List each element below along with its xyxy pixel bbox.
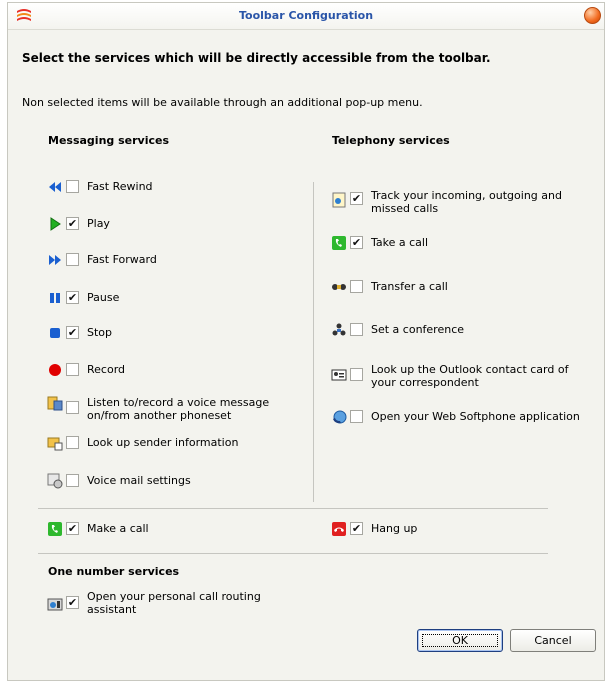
- stop-label: Stop: [87, 326, 113, 339]
- transfer-call-label: Transfer a call: [371, 280, 448, 293]
- window-title: Toolbar Configuration: [238, 9, 374, 22]
- toolbar-configuration-dialog: Toolbar Configuration Select the service…: [7, 2, 605, 681]
- option-hang-up[interactable]: ✔ Hang up: [331, 520, 581, 538]
- cancel-button[interactable]: Cancel: [510, 629, 596, 652]
- web-softphone-icon: [333, 410, 347, 424]
- option-play[interactable]: ✔ Play: [47, 215, 297, 233]
- option-track-calls[interactable]: ✔ Track your incoming, outgoing and miss…: [331, 187, 596, 217]
- conference-icon: [332, 323, 346, 336]
- take-call-checkbox[interactable]: ✔: [350, 236, 363, 249]
- call-routing-icon: [47, 598, 63, 611]
- take-call-icon: [332, 236, 346, 250]
- sender-info-icon: [47, 437, 63, 451]
- voicemail-settings-checkbox[interactable]: [66, 474, 79, 487]
- divider-calls-top: [38, 508, 548, 509]
- voicemail-settings-icon: [47, 473, 63, 489]
- divider-calls-bottom: [38, 553, 548, 554]
- instruction-text: Select the services which will be direct…: [22, 51, 491, 65]
- voice-message-label: Listen to/record a voice message on/from…: [87, 396, 270, 422]
- option-stop[interactable]: ✔ Stop: [47, 324, 297, 342]
- option-fast-forward[interactable]: Fast Forward: [47, 251, 297, 269]
- conference-label: Set a conference: [371, 323, 465, 336]
- option-record[interactable]: Record: [47, 361, 297, 379]
- one-number-services-heading: One number services: [48, 565, 180, 578]
- option-voice-message[interactable]: Listen to/record a voice message on/from…: [47, 394, 297, 424]
- play-label: Play: [87, 217, 110, 230]
- voice-message-icon: [47, 396, 63, 411]
- fast-rewind-checkbox[interactable]: [66, 180, 79, 193]
- conference-checkbox[interactable]: [350, 323, 363, 336]
- pause-label: Pause: [87, 291, 120, 304]
- hang-up-label: Hang up: [371, 522, 418, 535]
- play-checkbox[interactable]: ✔: [66, 217, 79, 230]
- option-contact-card[interactable]: Look up the Outlook contact card of your…: [331, 361, 596, 391]
- note-text: Non selected items will be available thr…: [22, 96, 423, 109]
- make-call-icon: [48, 522, 62, 536]
- option-voicemail-settings[interactable]: Voice mail settings: [47, 472, 297, 490]
- hang-up-checkbox[interactable]: ✔: [350, 522, 363, 535]
- option-sender-info[interactable]: Look up sender information: [47, 434, 297, 452]
- option-conference[interactable]: Set a conference: [331, 321, 596, 339]
- contact-card-icon: [331, 369, 347, 381]
- voicemail-settings-label: Voice mail settings: [87, 474, 191, 487]
- record-checkbox[interactable]: [66, 363, 79, 376]
- fast-forward-checkbox[interactable]: [66, 253, 79, 266]
- pause-checkbox[interactable]: ✔: [66, 291, 79, 304]
- make-call-checkbox[interactable]: ✔: [66, 522, 79, 535]
- fast-rewind-icon: [49, 182, 61, 192]
- fast-forward-icon: [49, 255, 61, 265]
- stop-icon: [50, 328, 60, 338]
- transfer-call-checkbox[interactable]: [350, 280, 363, 293]
- ok-focus-rect: [422, 634, 498, 647]
- sender-info-label: Look up sender information: [87, 436, 239, 449]
- track-calls-checkbox[interactable]: ✔: [350, 192, 363, 205]
- call-routing-checkbox[interactable]: ✔: [66, 596, 79, 609]
- title-bar[interactable]: Toolbar Configuration: [8, 3, 604, 30]
- call-log-icon: [332, 192, 346, 208]
- sender-info-checkbox[interactable]: [66, 436, 79, 449]
- transfer-call-icon: [332, 284, 346, 290]
- contact-card-label: Look up the Outlook contact card of your…: [371, 363, 569, 389]
- option-pause[interactable]: ✔ Pause: [47, 289, 297, 307]
- web-softphone-label: Open your Web Softphone application: [371, 410, 580, 423]
- record-label: Record: [87, 363, 126, 376]
- option-transfer-call[interactable]: Transfer a call: [331, 278, 596, 296]
- close-button[interactable]: [584, 7, 601, 24]
- record-icon: [49, 364, 61, 376]
- play-icon: [50, 217, 61, 231]
- call-routing-label: Open your personal call routing assistan…: [87, 590, 261, 616]
- option-make-call[interactable]: ✔ Make a call: [47, 520, 297, 538]
- voice-message-checkbox[interactable]: [66, 401, 79, 414]
- ok-button[interactable]: OK: [417, 629, 503, 652]
- take-call-label: Take a call: [371, 236, 429, 249]
- column-divider: [313, 182, 314, 502]
- fast-forward-label: Fast Forward: [87, 253, 157, 266]
- option-take-call[interactable]: ✔ Take a call: [331, 234, 596, 252]
- web-softphone-checkbox[interactable]: [350, 410, 363, 423]
- track-calls-label: Track your incoming, outgoing and missed…: [371, 189, 562, 215]
- stop-checkbox[interactable]: ✔: [66, 326, 79, 339]
- contact-card-checkbox[interactable]: [350, 368, 363, 381]
- telephony-services-heading: Telephony services: [332, 134, 450, 147]
- pause-icon: [50, 293, 60, 303]
- fast-rewind-label: Fast Rewind: [87, 180, 153, 193]
- messaging-services-heading: Messaging services: [48, 134, 170, 147]
- option-fast-rewind[interactable]: Fast Rewind: [47, 178, 297, 196]
- hang-up-icon: [332, 522, 346, 536]
- cancel-label: Cancel: [534, 634, 572, 647]
- option-web-softphone[interactable]: Open your Web Softphone application: [331, 408, 601, 426]
- option-call-routing[interactable]: ✔ Open your personal call routing assist…: [47, 588, 297, 618]
- make-call-label: Make a call: [87, 522, 149, 535]
